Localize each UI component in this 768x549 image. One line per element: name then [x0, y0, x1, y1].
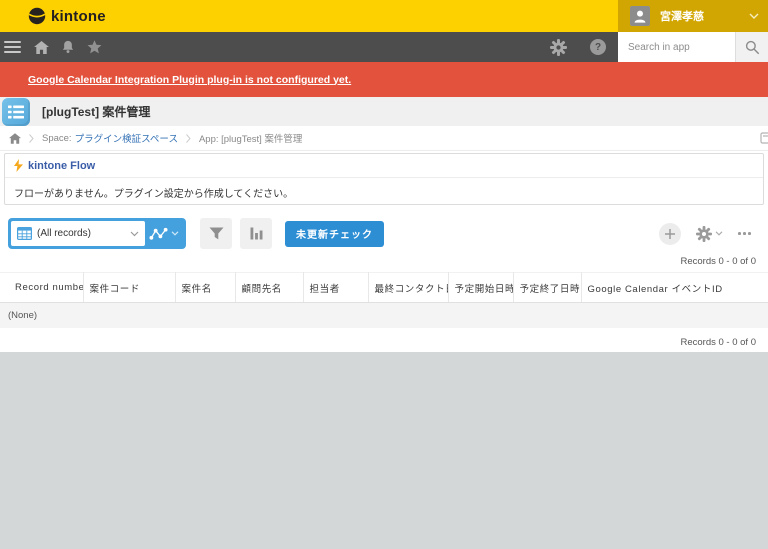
kintone-flow-title: kintone Flow	[28, 160, 95, 172]
navbar-right: ?	[550, 32, 768, 62]
search-button[interactable]	[735, 32, 768, 62]
column-header-gcal-event-id[interactable]: Google Calendar イベントID	[581, 273, 768, 303]
chevron-down-icon	[715, 231, 723, 236]
breadcrumb-home-icon[interactable]	[9, 133, 21, 144]
table-header-row: Record number 案件コード 案件名 顧問先名 担当者 最終コンタクト…	[0, 273, 768, 303]
graph-nodes-icon	[149, 227, 168, 241]
chevron-right-icon	[186, 134, 191, 143]
table-header-spacer	[0, 273, 9, 303]
funnel-icon	[209, 227, 224, 240]
user-name: 宮澤孝慈	[660, 8, 704, 24]
search-icon	[745, 40, 760, 55]
thread-toggle-icon[interactable]	[760, 132, 768, 147]
breadcrumb: Space: プラグイン検証スペース App: [plugTest] 案件管理	[0, 126, 768, 151]
column-header-client-name[interactable]: 顧問先名	[235, 273, 303, 303]
kintone-logo-text: kintone	[51, 8, 106, 25]
graph-view-dropdown[interactable]	[145, 221, 183, 246]
records-count-top: Records 0 - 0 of 0	[0, 255, 768, 269]
chart-button[interactable]	[240, 218, 272, 249]
kintone-flow-header: kintone Flow	[5, 154, 763, 178]
lightning-bolt-icon	[14, 159, 23, 172]
top-header: kintone 宮澤孝慈	[0, 0, 768, 32]
toolbar-right-controls	[659, 223, 760, 245]
app-content: kintone Flow フローがありません。プラグイン設定から作成してください…	[0, 151, 768, 352]
column-header-last-contact-date[interactable]: 最終コンタクト日	[368, 273, 448, 303]
column-header-start-datetime[interactable]: 予定開始日時	[448, 273, 513, 303]
breadcrumb-app-item: App: [plugTest] 案件管理	[199, 131, 302, 145]
page-background	[0, 352, 768, 549]
kintone-logo-icon	[28, 7, 46, 25]
app-icon	[2, 98, 30, 126]
plugin-warning-link[interactable]: Google Calendar Integration Plugin plug-…	[28, 74, 351, 86]
hamburger-menu-icon[interactable]	[4, 41, 21, 53]
avatar	[630, 6, 650, 26]
chevron-down-icon	[130, 231, 139, 237]
view-selector-label: (All records)	[37, 228, 91, 239]
chevron-right-icon	[29, 134, 34, 143]
chevron-down-icon	[171, 231, 179, 236]
breadcrumb-space-prefix: Space:	[42, 133, 72, 144]
kintone-app-page: kintone 宮澤孝慈	[0, 0, 768, 549]
records-count-bottom: Records 0 - 0 of 0	[0, 336, 768, 350]
table-view-icon	[17, 227, 32, 240]
column-header-record-number[interactable]: Record number	[9, 273, 83, 303]
more-options-icon[interactable]	[738, 228, 751, 239]
unupdated-check-button[interactable]: 未更新チェック	[285, 221, 384, 247]
app-header-bar: [plugTest] 案件管理	[0, 97, 768, 126]
favorites-star-icon[interactable]	[87, 40, 102, 54]
view-selector-dropdown[interactable]: (All records)	[11, 221, 145, 246]
table-empty-row: (None)	[0, 303, 768, 328]
filter-button[interactable]	[200, 218, 232, 249]
column-header-case-code[interactable]: 案件コード	[83, 273, 175, 303]
breadcrumb-space-link[interactable]: プラグイン検証スペース	[75, 131, 178, 145]
add-record-button[interactable]	[659, 223, 681, 245]
chevron-down-icon	[749, 13, 759, 20]
bar-chart-icon	[250, 227, 263, 240]
view-toolbar: (All records)	[8, 218, 760, 249]
search-box	[618, 32, 768, 62]
plus-icon	[664, 228, 676, 240]
empty-row-label: (None)	[0, 303, 768, 328]
kintone-logo[interactable]: kintone	[28, 7, 106, 25]
app-settings-button[interactable]	[696, 226, 723, 242]
search-input[interactable]	[618, 32, 735, 62]
column-header-case-name[interactable]: 案件名	[175, 273, 235, 303]
plugin-warning-banner: Google Calendar Integration Plugin plug-…	[0, 62, 768, 97]
app-title: [plugTest] 案件管理	[42, 103, 150, 120]
records-table: Record number 案件コード 案件名 顧問先名 担当者 最終コンタクト…	[0, 272, 768, 328]
kintone-flow-empty-message: フローがありません。プラグイン設定から作成してください。	[5, 178, 763, 200]
home-icon[interactable]	[34, 41, 49, 54]
user-menu[interactable]: 宮澤孝慈	[618, 0, 768, 32]
kintone-flow-panel: kintone Flow フローがありません。プラグイン設定から作成してください…	[4, 153, 764, 205]
settings-gear-icon[interactable]	[550, 39, 567, 56]
gear-icon	[696, 226, 712, 242]
global-navbar: ?	[0, 32, 768, 62]
notifications-bell-icon[interactable]	[61, 40, 75, 54]
help-icon[interactable]: ?	[590, 39, 606, 55]
view-selector-group: (All records)	[8, 218, 186, 249]
column-header-assignee[interactable]: 担当者	[303, 273, 368, 303]
column-header-end-datetime[interactable]: 予定終了日時	[513, 273, 581, 303]
